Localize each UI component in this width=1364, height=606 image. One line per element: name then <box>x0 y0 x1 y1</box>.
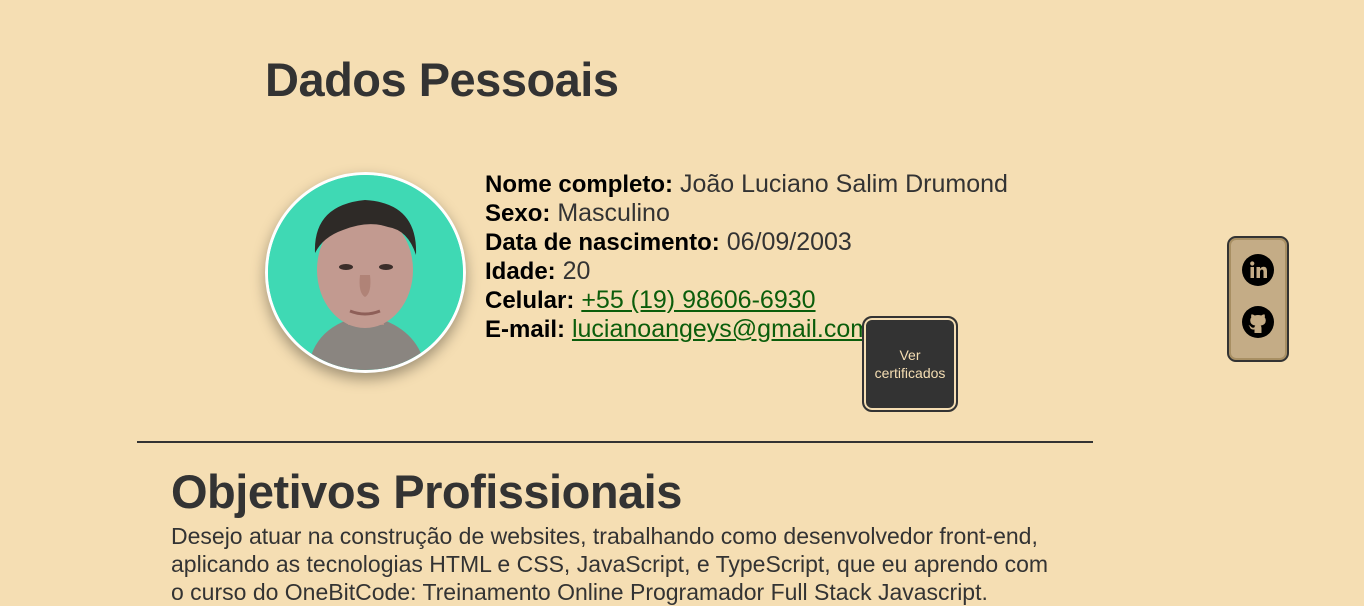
fullname-value: João Luciano Salim Drumond <box>679 170 1008 198</box>
view-certificates-button[interactable]: Ver certificados <box>862 316 958 412</box>
info-row-age: Idade: 20 <box>485 257 1008 286</box>
info-row-phone: Celular: +55 (19) 98606-6930 <box>485 286 1008 315</box>
sex-value: Masculino <box>557 199 670 227</box>
info-row-fullname: Nome completo: João Luciano Salim Drumon… <box>485 170 1008 199</box>
fullname-label: Nome completo: <box>485 171 674 198</box>
objectives-title: Objetivos Profissionais <box>171 465 682 518</box>
birthdate-label: Data de nascimento: <box>485 229 720 256</box>
email-link[interactable]: lucianoangeys@gmail.com <box>572 315 871 343</box>
phone-label: Celular: <box>485 287 575 314</box>
section-divider <box>137 441 1093 443</box>
social-links-panel <box>1227 236 1289 362</box>
info-row-sex: Sexo: Masculino <box>485 199 1008 228</box>
email-label: E-mail: <box>485 316 566 343</box>
birthdate-value: 06/09/2003 <box>726 228 852 256</box>
personal-data-title: Dados Pessoais <box>265 53 619 106</box>
info-row-birthdate: Data de nascimento: 06/09/2003 <box>485 228 1008 257</box>
age-label: Idade: <box>485 258 556 285</box>
phone-link[interactable]: +55 (19) 98606-6930 <box>581 286 815 314</box>
sex-label: Sexo: <box>485 200 551 227</box>
github-icon[interactable] <box>1242 306 1274 338</box>
objectives-text: Desejo atuar na construção de websites, … <box>171 523 1049 605</box>
profile-photo <box>265 172 466 373</box>
linkedin-icon[interactable] <box>1242 254 1274 286</box>
age-value: 20 <box>562 257 591 285</box>
